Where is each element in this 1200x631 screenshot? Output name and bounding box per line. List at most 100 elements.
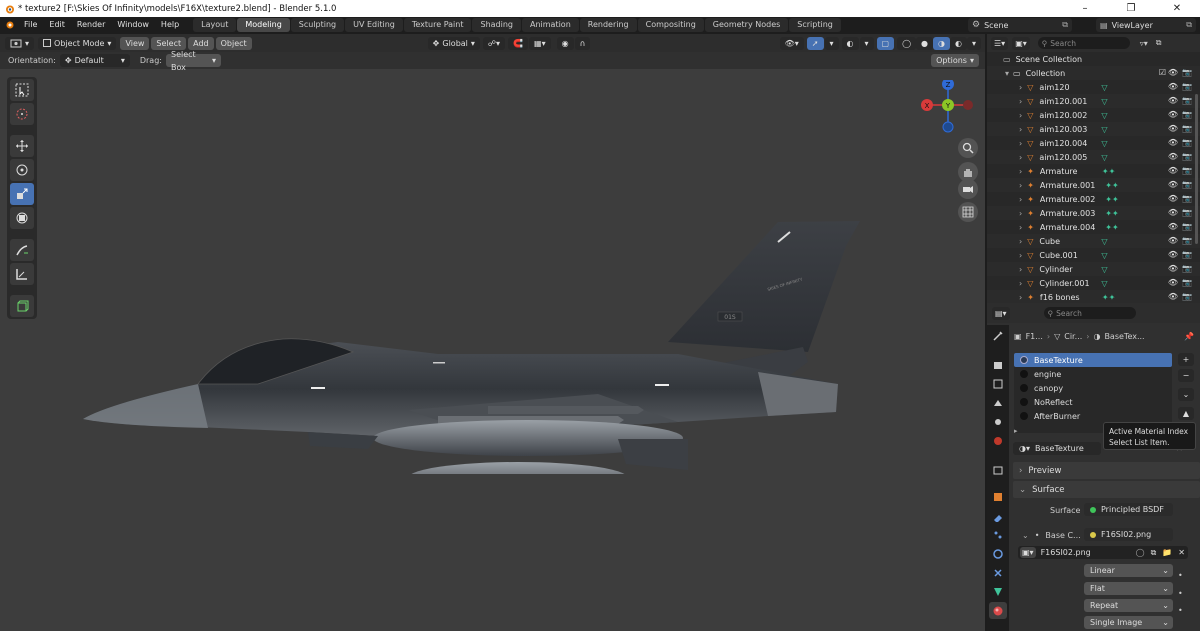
workspace-tab-modeling[interactable]: Modeling: [237, 18, 290, 32]
collection-checkbox[interactable]: ☑: [1159, 68, 1166, 77]
material-slot[interactable]: engine: [1014, 367, 1172, 381]
pivot-point-button[interactable]: ☍▾: [482, 36, 506, 50]
workspace-tab-animation[interactable]: Animation: [521, 18, 579, 32]
material-tab-icon[interactable]: [989, 602, 1007, 619]
camera-view-icon[interactable]: [958, 179, 978, 199]
constraints-tab-icon[interactable]: [989, 564, 1007, 581]
editor-type-button[interactable]: ▾: [5, 36, 35, 50]
bone-data-icon[interactable]: ✦✦: [1105, 223, 1118, 232]
properties-search-input[interactable]: ⚲ Search: [1043, 307, 1136, 319]
eye-icon[interactable]: 👁: [1168, 250, 1178, 259]
eye-icon[interactable]: 👁: [1168, 96, 1178, 105]
camera-render-icon[interactable]: 📷: [1182, 180, 1192, 189]
add-slot-button[interactable]: +: [1178, 353, 1194, 366]
mesh-data-icon[interactable]: ▽: [1101, 279, 1107, 288]
outliner-item[interactable]: › ▽ aim120.001 ▽ 👁 📷: [987, 94, 1200, 108]
chevron-right-icon[interactable]: ›: [1019, 237, 1022, 246]
rotate-tool[interactable]: [10, 159, 34, 181]
eye-icon[interactable]: 👁: [1168, 138, 1178, 147]
render-tab-icon[interactable]: [989, 356, 1007, 373]
image-browse-icon[interactable]: ▣▾: [1020, 547, 1036, 558]
aircraft-model[interactable]: SKIES OF INFINITY 01S: [78, 184, 868, 474]
chevron-right-icon[interactable]: ›: [1019, 209, 1022, 218]
mesh-data-icon[interactable]: ▽: [1101, 251, 1107, 260]
rendered-shading-button[interactable]: ◐: [950, 36, 967, 50]
menu-render[interactable]: Render: [71, 17, 111, 33]
bone-data-icon[interactable]: ✦✦: [1105, 195, 1118, 204]
chevron-right-icon[interactable]: ›: [1019, 125, 1022, 134]
object-tab-icon[interactable]: [989, 488, 1007, 505]
outliner-item[interactable]: › ✦ Armature.002 ✦✦ 👁 📷: [987, 192, 1200, 206]
camera-render-icon[interactable]: 📷: [1182, 194, 1192, 203]
outliner-item[interactable]: › ▽ aim120.004 ▽ 👁 📷: [987, 136, 1200, 150]
eye-icon[interactable]: 👁: [1168, 124, 1178, 133]
open-folder-icon[interactable]: 📁: [1162, 548, 1172, 557]
filter-icon[interactable]: ▿▾: [1140, 39, 1148, 48]
scene-collection-row[interactable]: ▭ Scene Collection: [987, 52, 1200, 66]
mesh-data-icon[interactable]: ▽: [1101, 97, 1107, 106]
mesh-data-icon[interactable]: ▽: [1101, 111, 1107, 120]
surface-section-header[interactable]: ⌄ Surface: [1013, 481, 1200, 498]
collection-row[interactable]: ▾ ▭ Collection ☑ 👁 📷: [987, 66, 1200, 80]
chevron-right-icon[interactable]: ›: [1019, 167, 1022, 176]
properties-editor-type-button[interactable]: ▤▾: [992, 306, 1010, 320]
outliner-search-input[interactable]: ⚲ Search: [1037, 37, 1130, 49]
maximize-button[interactable]: ❐: [1108, 0, 1154, 17]
scene-tab-icon[interactable]: [989, 413, 1007, 430]
duplicate-image-icon[interactable]: ⧉: [1151, 548, 1157, 558]
viewport-3d[interactable]: ▾ Object Mode ▾ View Select Add Object ✥ …: [0, 34, 985, 631]
list-expand-icon[interactable]: ▸: [1014, 427, 1020, 435]
transform-orientation-selector[interactable]: ✥ Global ▾: [427, 36, 480, 50]
scene-selector[interactable]: ⚙ Scene ⧉: [968, 18, 1072, 32]
workspace-tab-rendering[interactable]: Rendering: [579, 18, 637, 32]
menu-edit[interactable]: Edit: [43, 17, 71, 33]
visibility-selector[interactable]: 👁▾: [779, 36, 804, 50]
cursor-tool[interactable]: [10, 103, 34, 125]
chevron-right-icon[interactable]: ›: [1019, 153, 1022, 162]
eye-icon[interactable]: 👁: [1168, 110, 1178, 119]
outliner-item[interactable]: › ▽ Cylinder ▽ 👁 📷: [987, 262, 1200, 276]
blender-menu-icon[interactable]: [0, 20, 18, 30]
data-tab-icon[interactable]: [989, 583, 1007, 600]
mesh-data-icon[interactable]: ▽: [1101, 265, 1107, 274]
eye-icon[interactable]: 👁: [1168, 82, 1178, 91]
gizmo-toggle-button[interactable]: ➚: [806, 36, 824, 50]
proportional-falloff-button[interactable]: ∩: [574, 36, 591, 50]
camera-render-icon[interactable]: 📷: [1182, 82, 1192, 91]
zoom-icon[interactable]: [958, 138, 978, 158]
camera-render-icon[interactable]: 📷: [1182, 138, 1192, 147]
eye-icon[interactable]: 👁: [1168, 152, 1178, 161]
modifier-tab-icon[interactable]: [989, 507, 1007, 524]
camera-render-icon[interactable]: 📷: [1182, 278, 1192, 287]
outliner-item[interactable]: › ✦ f16 bones ✦✦ 👁 📷: [987, 290, 1200, 304]
mesh-data-icon[interactable]: ▽: [1101, 237, 1107, 246]
menu-file[interactable]: File: [18, 17, 43, 33]
annotate-tool[interactable]: [10, 239, 34, 261]
chevron-right-icon[interactable]: ›: [1019, 251, 1022, 260]
material-shading-button[interactable]: ◑: [933, 36, 950, 50]
material-slot[interactable]: canopy: [1014, 381, 1172, 395]
eye-icon[interactable]: 👁: [1168, 292, 1178, 301]
extension-dropdown[interactable]: Repeat ⌄: [1084, 599, 1173, 612]
overlay-toggle-button[interactable]: ◐: [841, 36, 859, 50]
gizmo-options-button[interactable]: ▾: [824, 36, 839, 50]
proportional-edit-button[interactable]: ◉: [556, 36, 574, 50]
solid-shading-button[interactable]: ●: [916, 36, 934, 50]
chevron-right-icon[interactable]: ›: [1019, 279, 1022, 288]
measure-tool[interactable]: [10, 263, 34, 285]
view-menu[interactable]: View: [120, 36, 150, 50]
outliner-item[interactable]: › ▽ aim120 ▽ 👁 📷: [987, 80, 1200, 94]
snap-toggle-button[interactable]: 🧲: [508, 36, 529, 50]
scale-tool[interactable]: [10, 183, 34, 205]
camera-render-icon[interactable]: 📷: [1182, 222, 1192, 231]
minimize-button[interactable]: –: [1062, 0, 1108, 17]
shading-options-button[interactable]: ▾: [966, 36, 981, 50]
workspace-tab-scripting[interactable]: Scripting: [789, 18, 841, 32]
outliner-item[interactable]: › ▽ Cube ▽ 👁 📷: [987, 234, 1200, 248]
preview-section-header[interactable]: › Preview: [1013, 462, 1200, 479]
chevron-right-icon[interactable]: ›: [1019, 181, 1022, 190]
eye-icon[interactable]: 👁: [1168, 194, 1178, 203]
outliner-item[interactable]: › ▽ aim120.002 ▽ 👁 📷: [987, 108, 1200, 122]
physics-tab-icon[interactable]: [989, 545, 1007, 562]
camera-render-icon[interactable]: 📷: [1182, 68, 1192, 77]
